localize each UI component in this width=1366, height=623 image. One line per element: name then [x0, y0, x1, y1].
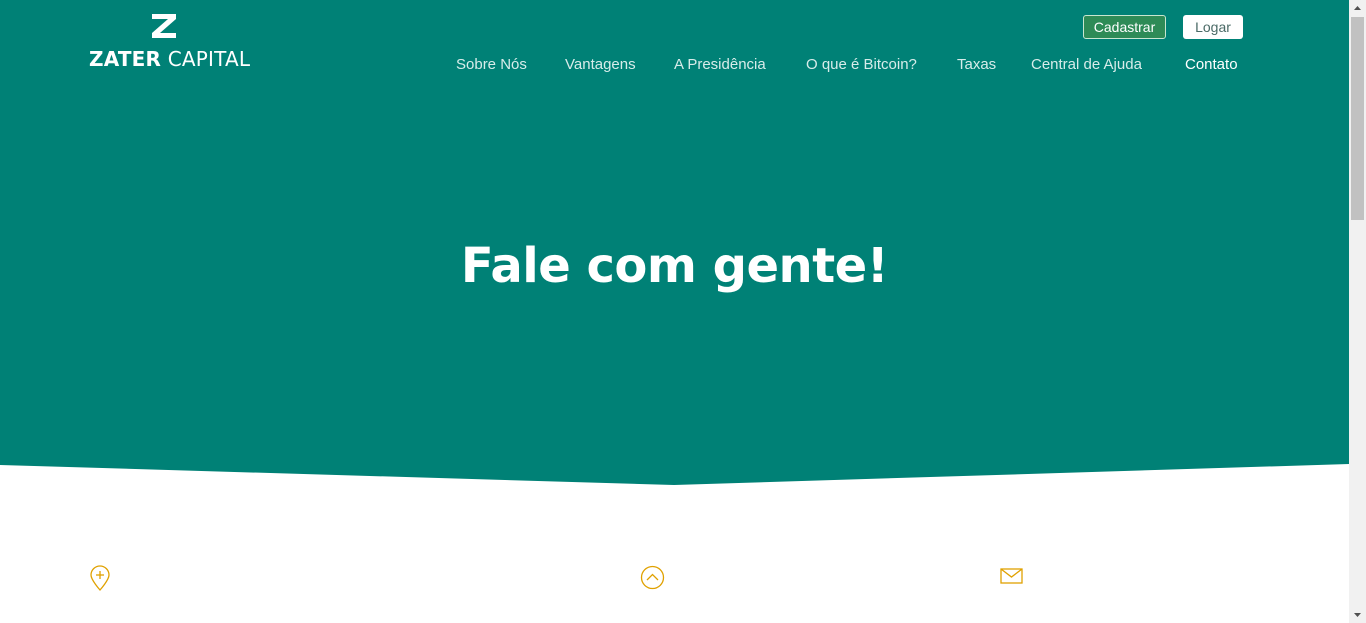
scrollbar[interactable] — [1349, 0, 1366, 623]
logo-name-bold: ZATER — [89, 47, 162, 71]
page: ZATER CAPITAL Cadastrar Logar Sobre Nós … — [0, 0, 1349, 623]
logo-wordmark: ZATER CAPITAL — [89, 47, 250, 71]
nav-item-presidencia[interactable]: A Presidência — [674, 56, 766, 74]
login-button[interactable]: Logar — [1183, 15, 1243, 39]
page-title: Fale com gente! — [460, 238, 889, 294]
nav-item-vantagens[interactable]: Vantagens — [565, 56, 636, 74]
logo-z-icon — [152, 14, 176, 38]
envelope-icon — [1000, 568, 1023, 584]
hero-section: ZATER CAPITAL Cadastrar Logar Sobre Nós … — [0, 0, 1349, 490]
nav-item-taxas[interactable]: Taxas — [957, 56, 996, 74]
register-button[interactable]: Cadastrar — [1083, 15, 1166, 39]
scroll-thumb[interactable] — [1351, 17, 1364, 220]
nav-item-bitcoin[interactable]: O que é Bitcoin? — [806, 56, 917, 74]
map-pin-icon — [90, 565, 110, 591]
chevron-up-circle-icon — [640, 565, 665, 590]
nav-item-contato[interactable]: Contato — [1185, 56, 1238, 74]
logo-name-light: CAPITAL — [167, 47, 251, 71]
scroll-down-arrow-icon[interactable] — [1349, 606, 1366, 623]
scroll-up-arrow-icon[interactable] — [1349, 0, 1366, 17]
nav-item-sobre-nos[interactable]: Sobre Nós — [456, 56, 527, 74]
logo[interactable]: ZATER CAPITAL — [89, 14, 250, 71]
nav-item-central-ajuda[interactable]: Central de Ajuda — [1031, 56, 1142, 74]
